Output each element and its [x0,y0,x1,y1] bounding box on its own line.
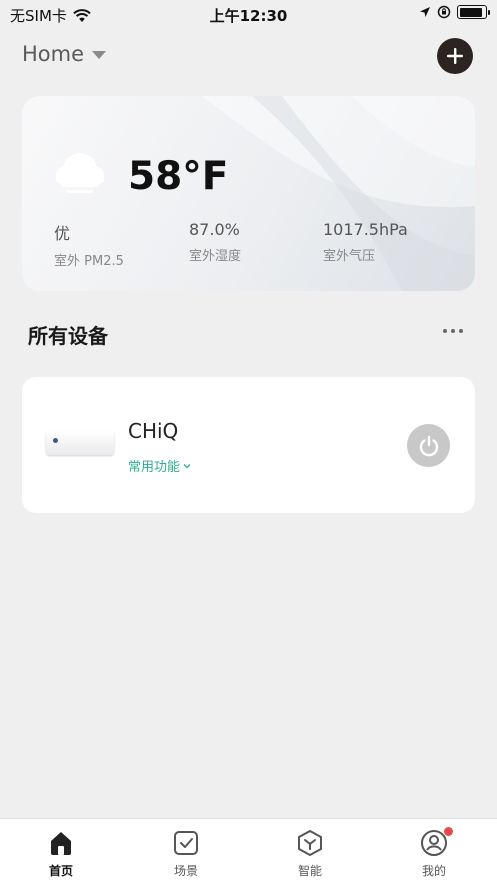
metric-value: 优 [54,224,71,243]
metric-label: 室外 PM2.5 [54,254,124,269]
power-button[interactable] [407,424,450,467]
more-options-icon[interactable] [443,329,463,333]
tab-label: 智能 [297,864,322,878]
smart-hexagon-icon [298,830,322,856]
status-bar: 无SIM卡 上午12:30 [0,0,497,30]
metric-humidity: 87.0% 室外湿度 [189,220,241,264]
battery-level [459,7,482,17]
device-card[interactable]: CHiQ 常用功能 [22,377,475,513]
tab-label: 我的 [421,864,446,878]
orientation-lock-icon [437,5,451,19]
scene-checkbox-icon [174,831,198,855]
tab-smart[interactable]: 智能 [270,829,350,879]
device-name: CHiQ [128,419,179,443]
tab-bar: 首页 场景 智能 我的 [0,818,497,883]
tab-scene[interactable]: 场景 [146,829,226,879]
power-icon [419,435,438,456]
tab-label: 场景 [173,864,198,878]
chevron-down-icon [183,463,191,468]
air-conditioner-image [46,431,114,455]
home-icon [51,832,71,855]
tab-profile[interactable]: 我的 [394,827,474,879]
notification-badge [444,827,453,836]
battery-icon [457,5,490,19]
metric-value: 87.0% [189,220,240,239]
metric-pressure: 1017.5hPa 室外气压 [323,220,408,264]
home-title: Home [22,42,85,66]
metric-label: 室外湿度 [189,249,242,264]
temperature: 58°F [128,154,229,199]
metric-value: 1017.5hPa [323,220,408,239]
home-selector[interactable]: Home [22,42,107,66]
metric-label: 室外气压 [323,249,376,264]
cloudy-weather-icon [56,153,104,193]
common-functions-label: 常用功能 [128,460,181,475]
section-title: 所有设备 [28,324,108,348]
metric-pm25: 优 室外 PM2.5 [54,220,124,269]
caret-down-icon [92,51,107,59]
tab-home[interactable]: 首页 [21,829,101,879]
location-arrow-icon [420,7,430,17]
tab-label: 首页 [48,864,73,878]
plus-icon [447,48,463,64]
add-button[interactable] [437,38,473,74]
weather-card[interactable]: 58°F 优 室外 PM2.5 87.0% 室外湿度 1017.5hPa 室外气… [22,96,475,291]
common-functions-toggle[interactable]: 常用功能 [128,456,191,475]
